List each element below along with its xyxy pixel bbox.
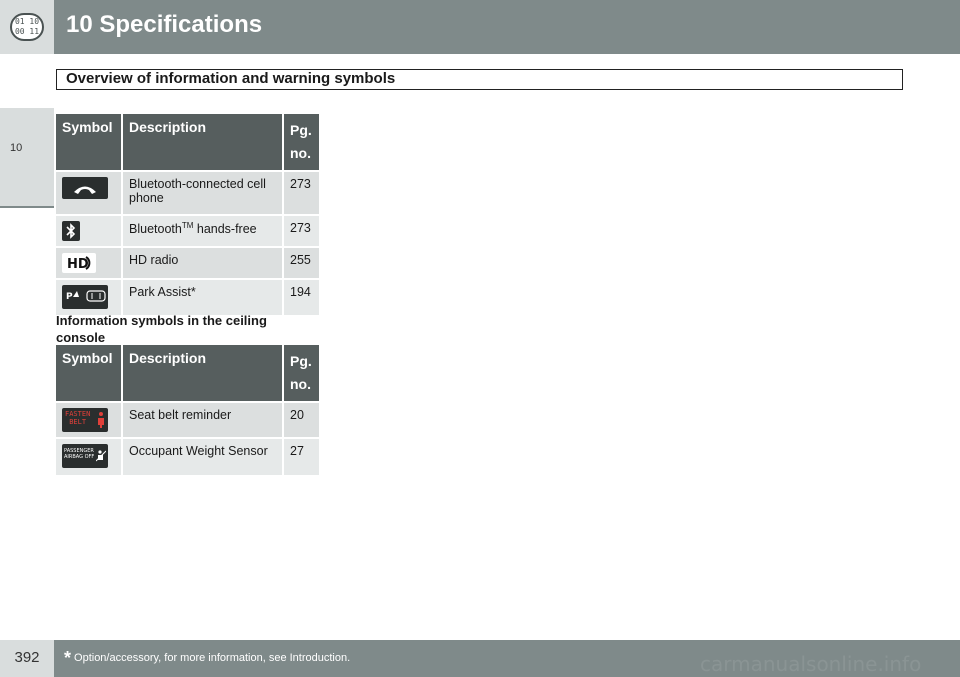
table-row: BluetoothTM hands-free 273 [56, 214, 319, 247]
table-row: Bluetooth-connected cell phone 273 [56, 170, 319, 215]
table-row: FASTEN BELT Seat belt reminder 20 [56, 401, 319, 438]
description-cell: Occupant Weight Sensor [122, 437, 284, 475]
symbol-cell [56, 170, 123, 215]
park-assist-icon: P [62, 285, 108, 309]
description-main: Bluetooth [129, 222, 182, 237]
passenger-airbag-off-icon: PASSENGER AIRBAG OFF [62, 444, 108, 468]
table-header-row: Symbol Description Pg. no. [56, 114, 319, 171]
header-page: Pg. no. [283, 114, 319, 171]
table-row: P Park Assist* 194 [56, 278, 319, 315]
ceiling-console-heading: Information symbols in the ceiling conso… [56, 313, 267, 345]
page-cell: 273 [283, 214, 319, 247]
page-cell: 194 [283, 278, 319, 315]
header-page-line2: no. [290, 145, 311, 161]
watermark: carmanualsonline.info [700, 652, 922, 676]
symbol-cell: HD [56, 246, 123, 279]
symbol-cell: PASSENGER AIRBAG OFF [56, 437, 123, 475]
chapter-side-tab [0, 108, 54, 208]
description-cell: HD radio [122, 246, 284, 279]
symbol-cell [56, 214, 123, 247]
dial-text-bottom: 00 11 [14, 27, 40, 36]
description-cell: BluetoothTM hands-free [122, 214, 284, 247]
table-header-row: Symbol Description Pg. no. [56, 345, 319, 402]
symbol-cell: P [56, 278, 123, 315]
page-cell: 273 [283, 170, 319, 215]
footnote-text: Option/accessory, for more information, … [74, 652, 351, 664]
description-cell: Seat belt reminder [122, 401, 284, 438]
fasten-belt-text: FASTEN BELT [65, 410, 91, 426]
description-cell: Bluetooth-connected cell phone [122, 170, 284, 215]
description-rest: hands-free [193, 222, 257, 237]
footnote: * Option/accessory, for more information,… [64, 648, 350, 669]
header-symbol: Symbol [56, 345, 123, 402]
header-icon-box: 01 10 00 11 [0, 0, 54, 54]
page-cell: 255 [283, 246, 319, 279]
bluetooth-icon [62, 221, 80, 241]
header-page: Pg. no. [283, 345, 319, 402]
table-row: HD HD radio 255 [56, 246, 319, 279]
fasten-belt-icon: FASTEN BELT [62, 408, 108, 432]
trademark-sup: TM [181, 221, 194, 230]
dial-text-top: 01 10 [14, 17, 40, 26]
page-cell: 20 [283, 401, 319, 438]
page-number: 392 [14, 649, 40, 666]
chapter-title: 10 Specifications [66, 11, 263, 38]
section-title: Overview of information and warning symb… [66, 70, 396, 87]
header-page-line1: Pg. [290, 353, 312, 369]
description-cell: Park Assist* [122, 278, 284, 315]
airbag-off-text: PASSENGER AIRBAG OFF [64, 448, 95, 460]
symbols-table: Symbol Description Pg. no. Bluetooth-con… [56, 114, 319, 315]
table-row: PASSENGER AIRBAG OFF Occupant Weight Sen… [56, 437, 319, 475]
side-tab-number: 10 [10, 142, 23, 154]
header-page-line1: Pg. [290, 122, 312, 138]
phone-handset-icon [62, 177, 108, 199]
symbol-cell: FASTEN BELT [56, 401, 123, 438]
svg-text:P: P [66, 292, 73, 302]
hd-radio-icon: HD [62, 253, 96, 273]
header-symbol: Symbol [56, 114, 123, 171]
svg-text:HD: HD [67, 257, 89, 272]
page-cell: 27 [283, 437, 319, 475]
header-page-line2: no. [290, 376, 311, 392]
header-description: Description [122, 345, 284, 402]
ceiling-symbols-table: Symbol Description Pg. no. FASTEN BELT S… [56, 345, 319, 475]
chapter-dial-icon: 01 10 00 11 [10, 13, 44, 41]
footnote-mark: * [64, 648, 72, 668]
header-description: Description [122, 114, 284, 171]
